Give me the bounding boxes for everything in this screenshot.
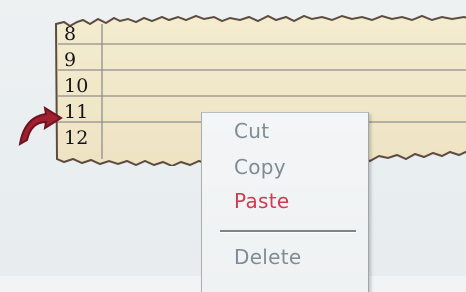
row-number: 11	[64, 101, 89, 123]
menu-item-label: Cut	[234, 119, 270, 143]
row-number: 9	[64, 49, 77, 71]
row-8[interactable]: 8	[56, 21, 466, 47]
row-number: 10	[64, 75, 89, 97]
curved-arrow-icon	[15, 104, 63, 146]
menu-item-cut[interactable]: Cut	[202, 114, 368, 148]
row-10[interactable]: 10	[56, 73, 466, 99]
menu-item-label: Copy	[234, 155, 286, 179]
row-9[interactable]: 9	[56, 47, 466, 73]
row-cell[interactable]	[110, 47, 466, 73]
row-cell[interactable]	[110, 21, 466, 47]
row-cell[interactable]	[110, 73, 466, 99]
menu-item-delete[interactable]: Delete	[202, 240, 368, 274]
menu-item-label: Delete	[234, 245, 302, 269]
menu-item-copy[interactable]: Copy	[202, 150, 368, 184]
row-number: 8	[64, 23, 77, 45]
row-number: 12	[64, 127, 89, 149]
menu-separator	[220, 230, 356, 233]
context-menu: Cut Copy Paste Delete	[201, 112, 369, 292]
menu-item-label: Paste	[234, 189, 290, 213]
menu-item-paste[interactable]: Paste	[202, 184, 368, 218]
